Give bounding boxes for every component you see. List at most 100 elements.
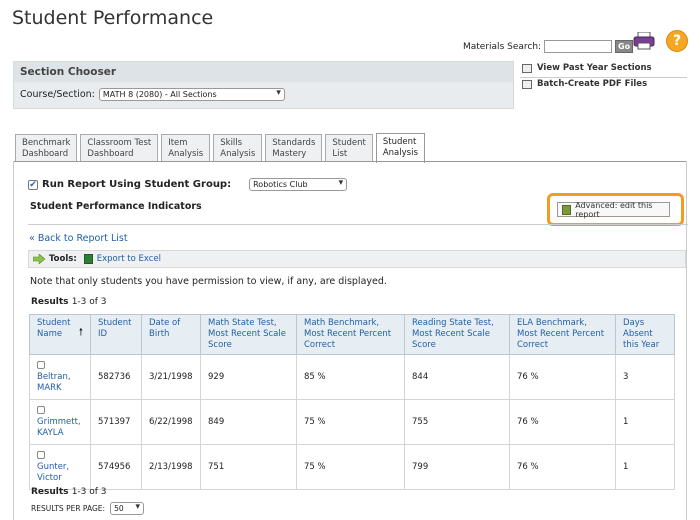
math-state-cell: 751 bbox=[200, 444, 297, 490]
col-student-id[interactable]: Student ID bbox=[90, 314, 142, 355]
tab-label: Classroom Test bbox=[87, 138, 152, 148]
student-id-cell: 571397 bbox=[90, 399, 142, 445]
tab-label: Mastery bbox=[272, 149, 307, 159]
student-id-cell: 582736 bbox=[90, 354, 142, 400]
tab-skills-analysis[interactable]: Skills Analysis bbox=[213, 134, 263, 162]
indicators-title: Student Performance Indicators bbox=[30, 201, 202, 212]
student-name-cell: Beltran, MARK bbox=[29, 354, 91, 400]
row-checkbox[interactable] bbox=[37, 360, 45, 369]
header-label: ID bbox=[98, 329, 108, 339]
col-math-state[interactable]: Math State Test, Most Recent Scale Score bbox=[200, 314, 297, 355]
results-count-bottom: Results 1-3 of 3 bbox=[31, 487, 107, 497]
col-date-of-birth[interactable]: Date of Birth bbox=[141, 314, 201, 355]
table-header-row: 🠕 Student Name Student ID Date of Birth … bbox=[29, 314, 675, 355]
tab-label: List bbox=[332, 149, 348, 159]
row-checkbox[interactable] bbox=[37, 405, 45, 414]
arrow-right-icon bbox=[33, 254, 45, 264]
export-to-excel-link[interactable]: Export to Excel bbox=[97, 254, 161, 264]
batch-create-pdf-link[interactable]: Batch-Create PDF Files bbox=[522, 79, 652, 89]
tab-student-list[interactable]: Student List bbox=[325, 134, 373, 162]
materials-search: Materials Search: Go bbox=[463, 40, 634, 53]
results-per-page-label: RESULTS PER PAGE: bbox=[31, 504, 106, 513]
student-table: 🠕 Student Name Student ID Date of Birth … bbox=[29, 314, 675, 490]
dob-cell: 2/13/1998 bbox=[141, 444, 201, 490]
tab-label: Standards bbox=[272, 138, 316, 148]
course-section-select[interactable]: MATH 8 (2080) - All Sections bbox=[98, 88, 285, 101]
math-benchmark-cell: 85 % bbox=[296, 354, 405, 400]
tab-label: Skills bbox=[220, 138, 243, 148]
student-group-select[interactable]: Robotics Club bbox=[249, 178, 348, 191]
advanced-edit-button[interactable]: Advanced: edit this report bbox=[557, 200, 670, 219]
header-label: Date of bbox=[149, 318, 181, 328]
math-state-cell: 849 bbox=[200, 399, 297, 445]
student-last-name: Beltran, bbox=[37, 371, 71, 382]
ela-benchmark-cell: 76 % bbox=[509, 444, 616, 490]
student-name-link[interactable]: Beltran, MARK bbox=[37, 372, 83, 394]
tab-classroom-test-dashboard[interactable]: Classroom Test Dashboard bbox=[80, 134, 159, 162]
student-name-cell: Grimmett, KAYLA bbox=[29, 399, 91, 445]
results-per-page-value: 50 bbox=[114, 504, 124, 513]
row-checkbox[interactable] bbox=[37, 450, 45, 459]
ela-benchmark-cell: 76 % bbox=[509, 399, 616, 445]
student-group-value: Robotics Club bbox=[253, 180, 308, 189]
col-ela-benchmark[interactable]: ELA Benchmark, Most Recent Percent Corre… bbox=[509, 314, 616, 355]
go-button[interactable]: Go bbox=[615, 40, 634, 53]
view-past-year-label: View Past Year Sections bbox=[537, 63, 652, 73]
dob-cell: 6/22/1998 bbox=[141, 399, 201, 445]
run-report-label: Run Report Using Student Group: bbox=[42, 179, 232, 190]
materials-search-input[interactable] bbox=[544, 40, 613, 53]
document-icon bbox=[522, 63, 532, 73]
section-chooser-title: Section Chooser bbox=[14, 62, 513, 82]
student-last-name: Gunter, bbox=[37, 461, 70, 472]
help-icon[interactable]: ? bbox=[666, 30, 688, 52]
tab-label: Dashboard bbox=[87, 149, 134, 159]
results-per-page-select[interactable]: 50 bbox=[110, 502, 145, 515]
results-label: Results bbox=[31, 487, 69, 497]
reading-state-cell: 755 bbox=[404, 399, 510, 445]
tab-benchmark-dashboard[interactable]: Benchmark Dashboard bbox=[15, 134, 78, 162]
permission-note: Note that only students you have permiss… bbox=[30, 276, 387, 287]
tab-label: Item bbox=[168, 138, 188, 148]
student-name-link[interactable]: Gunter, Victor bbox=[37, 462, 83, 484]
tab-item-analysis[interactable]: Item Analysis bbox=[161, 134, 211, 162]
pdf-icon bbox=[522, 79, 532, 89]
results-range: 1-3 of 3 bbox=[71, 297, 107, 307]
col-math-benchmark[interactable]: Math Benchmark, Most Recent Percent Corr… bbox=[296, 314, 405, 355]
batch-create-pdf-label: Batch-Create PDF Files bbox=[537, 79, 648, 89]
edit-report-icon bbox=[562, 204, 572, 215]
section-divider bbox=[28, 224, 688, 225]
student-first-name: MARK bbox=[37, 382, 62, 393]
right-links-divider bbox=[520, 77, 687, 78]
student-name-link[interactable]: Grimmett, KAYLA bbox=[37, 417, 83, 439]
header-label: Birth bbox=[149, 329, 170, 339]
page-title: Student Performance bbox=[12, 7, 214, 29]
run-report-checkbox[interactable]: ✔ bbox=[28, 179, 38, 190]
tab-student-analysis[interactable]: Student Analysis bbox=[375, 133, 425, 163]
col-reading-state[interactable]: Reading State Test, Most Recent Scale Sc… bbox=[404, 314, 510, 355]
back-to-report-list-link[interactable]: « Back to Report List bbox=[29, 233, 128, 244]
tab-label: Analysis bbox=[168, 149, 204, 159]
tab-label: Dashboard bbox=[22, 149, 69, 159]
table-row: Beltran, MARK 582736 3/21/1998 929 85 % 8… bbox=[29, 354, 675, 400]
advanced-edit-label: Advanced: edit this report bbox=[575, 200, 653, 219]
tab-label: Student bbox=[382, 137, 417, 147]
print-icon[interactable] bbox=[633, 32, 655, 50]
days-absent-cell: 1 bbox=[615, 444, 675, 490]
view-past-year-link[interactable]: View Past Year Sections bbox=[522, 63, 652, 73]
tab-standards-mastery[interactable]: Standards Mastery bbox=[265, 134, 323, 162]
reading-state-cell: 844 bbox=[404, 354, 510, 400]
col-days-absent[interactable]: Days Absent this Year bbox=[615, 314, 675, 355]
student-first-name: KAYLA bbox=[37, 427, 64, 438]
tab-label: Analysis bbox=[382, 148, 418, 158]
sort-ascending-icon[interactable]: 🠕 bbox=[79, 327, 83, 338]
student-name-cell: Gunter, Victor bbox=[29, 444, 91, 490]
course-section-label: Course/Section: bbox=[20, 89, 95, 100]
results-label: Results bbox=[31, 297, 69, 307]
col-student-name[interactable]: 🠕 Student Name bbox=[29, 314, 91, 355]
tab-label: Benchmark bbox=[22, 138, 71, 148]
student-last-name: Grimmett, bbox=[37, 416, 81, 427]
dob-cell: 3/21/1998 bbox=[141, 354, 201, 400]
table-row: Grimmett, KAYLA 571397 6/22/1998 849 75 %… bbox=[29, 399, 675, 445]
reading-state-cell: 799 bbox=[404, 444, 510, 490]
header-label: Student bbox=[37, 318, 71, 328]
